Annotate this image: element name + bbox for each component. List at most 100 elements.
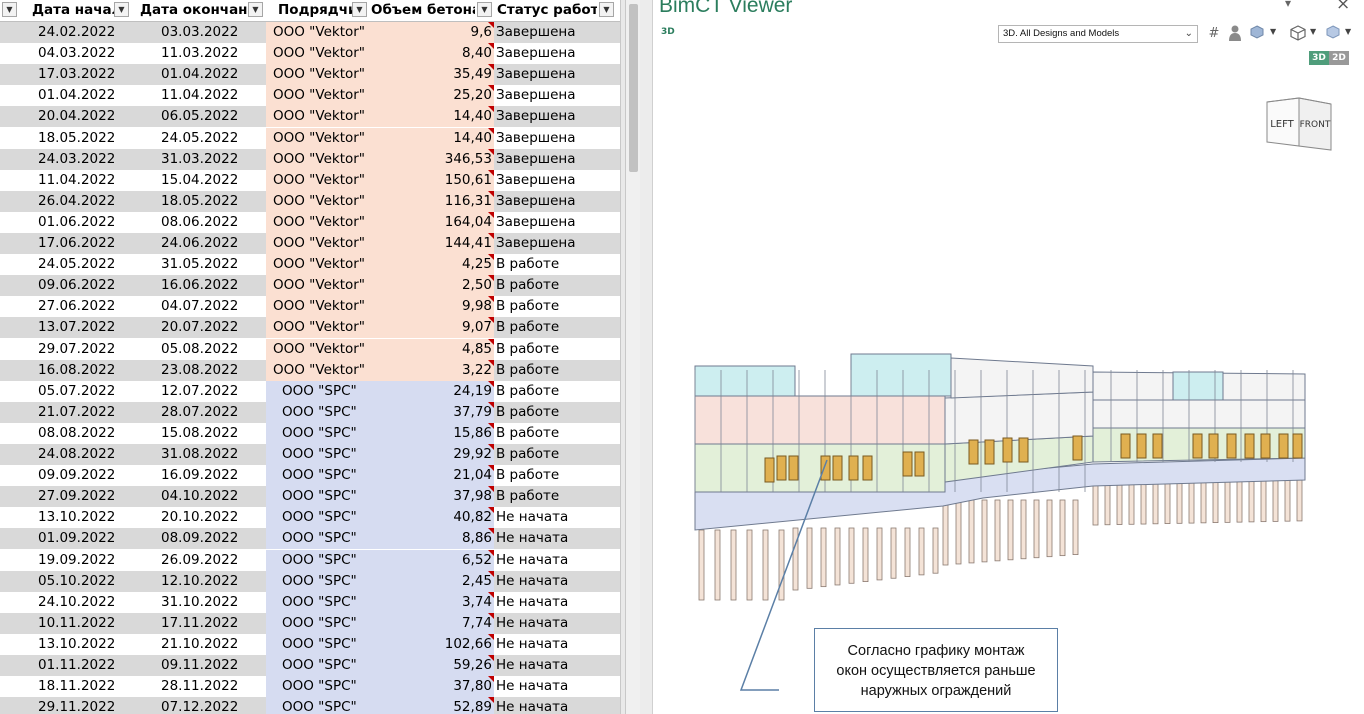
cell-contractor[interactable]: ООО "Vektor" xyxy=(266,190,368,212)
table-row[interactable]: 18.05.2022 24.05.2022 ООО "Vektor" 14,40 Зав… xyxy=(0,127,620,149)
table-row[interactable]: 29.07.2022 05.08.2022 ООО "Vektor" 4,85 В ра… xyxy=(0,338,620,360)
cell-start[interactable]: 13.07.2022 xyxy=(38,317,128,338)
filter-icon[interactable]: ▼ xyxy=(114,2,129,17)
cell-end[interactable]: 23.08.2022 xyxy=(161,360,251,381)
comment-indicator[interactable] xyxy=(488,528,494,535)
cell-contractor[interactable]: ООО "SPC" xyxy=(266,633,368,655)
cell-contractor[interactable]: ООО "Vektor" xyxy=(266,148,368,170)
table-row[interactable]: 29.11.2022 07.12.2022 ООО "SPC" 52,89 Не нач… xyxy=(0,697,620,714)
cell-volume[interactable]: 21,04 xyxy=(368,465,494,487)
cell-contractor[interactable]: ООО "SPC" xyxy=(266,465,368,487)
cell-contractor[interactable]: ООО "SPC" xyxy=(266,422,368,444)
cell-volume[interactable]: 150,61 xyxy=(368,169,494,191)
cell-end[interactable]: 20.10.2022 xyxy=(161,507,251,528)
comment-indicator[interactable] xyxy=(488,22,494,28)
cell-start[interactable]: 18.05.2022 xyxy=(38,128,128,149)
table-row[interactable]: 01.09.2022 08.09.2022 ООО "SPC" 8,86 Не нача… xyxy=(0,528,620,550)
cell-volume[interactable]: 144,41 xyxy=(368,233,494,254)
cell-start[interactable]: 21.07.2022 xyxy=(38,402,128,423)
cell-start[interactable]: 24.10.2022 xyxy=(38,592,128,613)
cell-end[interactable]: 21.10.2022 xyxy=(161,634,251,655)
cell-end[interactable]: 28.07.2022 xyxy=(161,402,251,423)
cell-volume[interactable]: 4,85 xyxy=(368,338,494,360)
cell-end[interactable]: 16.09.2022 xyxy=(161,465,251,486)
cell-contractor[interactable]: ООО "SPC" xyxy=(266,591,368,613)
cell-contractor[interactable]: ООО "Vektor" xyxy=(266,64,368,86)
cell-start[interactable]: 13.10.2022 xyxy=(38,634,128,655)
cell-contractor[interactable]: ООО "Vektor" xyxy=(266,338,368,360)
cell-end[interactable]: 03.03.2022 xyxy=(161,22,251,43)
cell-volume[interactable]: 25,20 xyxy=(368,85,494,107)
cell-start[interactable]: 24.05.2022 xyxy=(38,254,128,275)
comment-indicator[interactable] xyxy=(488,169,494,176)
comment-indicator[interactable] xyxy=(488,422,494,429)
scrollbar-thumb[interactable] xyxy=(629,4,638,172)
cell-volume[interactable]: 40,82 xyxy=(368,507,494,529)
comment-indicator[interactable] xyxy=(488,43,494,50)
cell-end[interactable]: 31.10.2022 xyxy=(161,592,251,613)
table-row[interactable]: 01.06.2022 08.06.2022 ООО "Vektor" 164,04 За… xyxy=(0,211,620,233)
cell-end[interactable]: 16.06.2022 xyxy=(161,275,251,296)
cell-contractor[interactable]: ООО "Vektor" xyxy=(266,169,368,191)
table-row[interactable]: 09.09.2022 16.09.2022 ООО "SPC" 21,04 В рабо… xyxy=(0,465,620,487)
comment-indicator[interactable] xyxy=(488,211,494,218)
cell-volume[interactable]: 37,79 xyxy=(368,401,494,423)
cell-end[interactable]: 18.05.2022 xyxy=(161,191,251,212)
cell-end[interactable]: 31.03.2022 xyxy=(161,149,251,170)
cell-status[interactable]: Не начата xyxy=(496,655,618,676)
cell-start[interactable]: 01.04.2022 xyxy=(38,85,128,106)
cell-end[interactable]: 12.07.2022 xyxy=(161,381,251,402)
cell-status[interactable]: Завершена xyxy=(496,43,618,64)
cell-volume[interactable]: 3,74 xyxy=(368,591,494,613)
cell-status[interactable]: В работе xyxy=(496,444,618,465)
cell-status[interactable]: В работе xyxy=(496,360,618,381)
cell-volume[interactable]: 102,66 xyxy=(368,633,494,655)
cell-status[interactable]: Не начата xyxy=(496,697,618,714)
comment-indicator[interactable] xyxy=(488,633,494,640)
cell-status[interactable]: В работе xyxy=(496,296,618,317)
cell-status[interactable]: Завершена xyxy=(496,233,618,254)
cell-status[interactable]: Завершена xyxy=(496,149,618,170)
cell-status[interactable]: В работе xyxy=(496,423,618,444)
cell-status[interactable]: Завершена xyxy=(496,170,618,191)
cell-start[interactable]: 17.03.2022 xyxy=(38,64,128,85)
cell-volume[interactable]: 8,40 xyxy=(368,43,494,65)
cell-contractor[interactable]: ООО "SPC" xyxy=(266,612,368,634)
cell-start[interactable]: 09.06.2022 xyxy=(38,275,128,296)
comment-indicator[interactable] xyxy=(488,275,494,282)
table-row[interactable]: 24.02.2022 03.03.2022 ООО "Vektor" 9,6 Завер… xyxy=(0,22,620,43)
cell-status[interactable]: Не начата xyxy=(496,613,618,634)
cell-volume[interactable]: 52,89 xyxy=(368,697,494,714)
cell-status[interactable]: Не начата xyxy=(496,592,618,613)
cell-end[interactable]: 12.10.2022 xyxy=(161,571,251,592)
cell-contractor[interactable]: ООО "Vektor" xyxy=(266,211,368,233)
cell-status[interactable]: В работе xyxy=(496,317,618,338)
cell-end[interactable]: 04.10.2022 xyxy=(161,486,251,507)
cell-volume[interactable]: 15,86 xyxy=(368,422,494,444)
comment-indicator[interactable] xyxy=(488,507,494,514)
comment-indicator[interactable] xyxy=(488,296,494,303)
table-row[interactable]: 17.06.2022 24.06.2022 ООО "Vektor" 144,41 За… xyxy=(0,233,620,254)
comment-indicator[interactable] xyxy=(488,106,494,113)
comment-indicator[interactable] xyxy=(488,676,494,683)
building-model[interactable] xyxy=(653,0,1364,714)
comment-indicator[interactable] xyxy=(488,380,494,387)
cell-contractor[interactable]: ООО "SPC" xyxy=(266,401,368,423)
comment-indicator[interactable] xyxy=(488,591,494,598)
cell-volume[interactable]: 2,50 xyxy=(368,275,494,297)
filter-icon[interactable]: ▼ xyxy=(352,2,367,17)
cell-volume[interactable]: 164,04 xyxy=(368,211,494,233)
table-row[interactable]: 26.04.2022 18.05.2022 ООО "Vektor" 116,31 За… xyxy=(0,190,620,212)
table-row[interactable]: 13.07.2022 20.07.2022 ООО "Vektor" 9,07 В ра… xyxy=(0,317,620,339)
cell-start[interactable]: 09.09.2022 xyxy=(38,465,128,486)
cell-status[interactable]: Не начата xyxy=(496,634,618,655)
comment-indicator[interactable] xyxy=(488,148,494,155)
table-row[interactable]: 24.08.2022 31.08.2022 ООО "SPC" 29,92 В рабо… xyxy=(0,444,620,465)
cell-end[interactable]: 05.08.2022 xyxy=(161,339,251,360)
table-row[interactable]: 19.09.2022 26.09.2022 ООО "SPC" 6,52 Не нача… xyxy=(0,549,620,571)
cell-start[interactable]: 18.11.2022 xyxy=(38,676,128,697)
table-row[interactable]: 08.08.2022 15.08.2022 ООО "SPC" 15,86 В рабо… xyxy=(0,422,620,444)
cell-status[interactable]: Завершена xyxy=(496,212,618,233)
cell-contractor[interactable]: ООО "Vektor" xyxy=(266,317,368,339)
table-row[interactable]: 18.11.2022 28.11.2022 ООО "SPC" 37,80 Не нач… xyxy=(0,676,620,698)
